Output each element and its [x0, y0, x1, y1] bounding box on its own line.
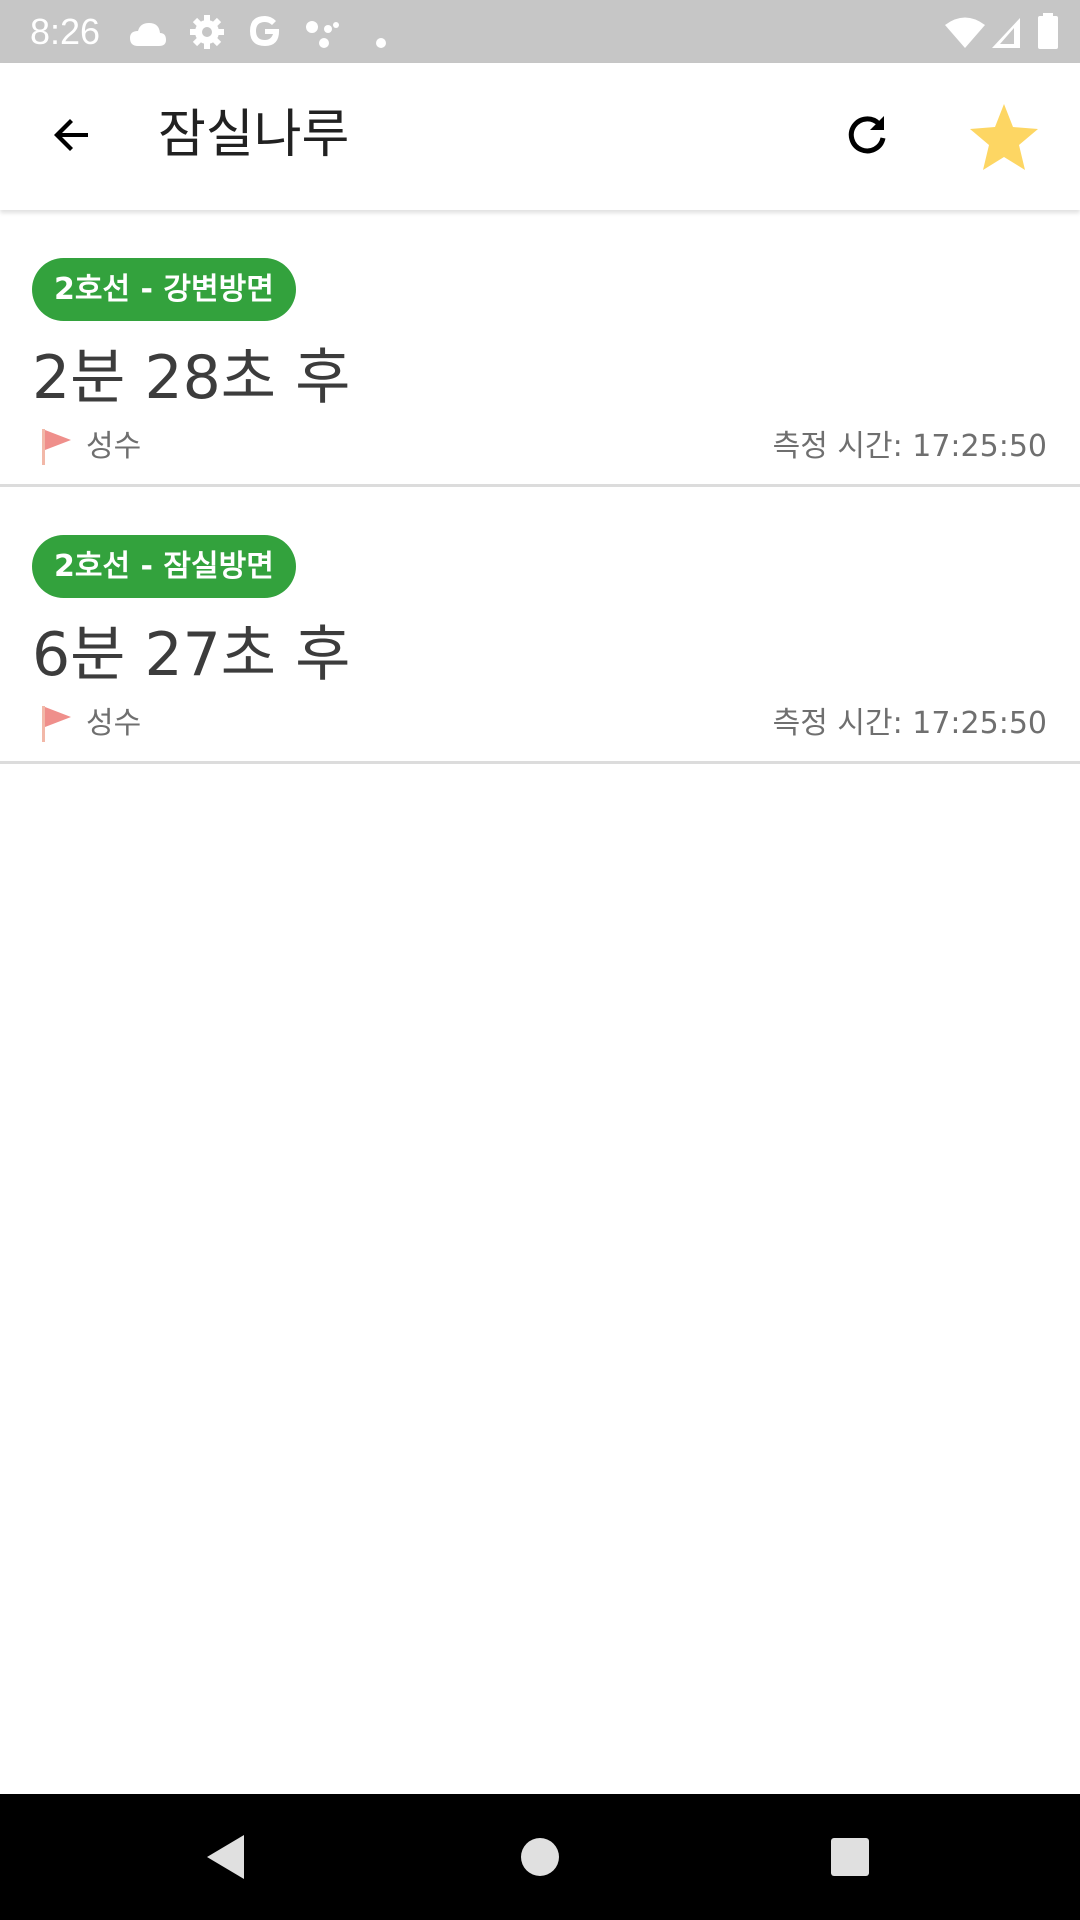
destination-label: 성수	[86, 429, 142, 464]
screen: 8:26 잠실나루 2호선 - 강변방면 2분 28초 후 성수 측정 시간: …	[0, 0, 1080, 1920]
arrival-list: 2호선 - 강변방면 2분 28초 후 성수 측정 시간: 17:25:50 2…	[0, 210, 1080, 764]
nav-home-button[interactable]	[510, 1827, 570, 1887]
destination-label: 성수	[86, 706, 142, 741]
favorite-button[interactable]	[960, 93, 1048, 181]
back-triangle-icon	[207, 1835, 244, 1879]
arrival-time: 2분 28초 후	[32, 343, 351, 413]
destination-row: 성수	[40, 425, 141, 469]
flag-icon	[42, 429, 71, 465]
measured-time: 측정 시간: 17:25:50	[772, 429, 1047, 464]
back-button[interactable]	[30, 93, 114, 177]
status-bar: 8:26	[0, 0, 1080, 63]
settings-icon	[190, 15, 224, 49]
google-icon	[250, 16, 280, 46]
cell-signal-icon	[992, 18, 1020, 48]
flag-icon	[42, 706, 71, 742]
measured-time: 측정 시간: 17:25:50	[772, 706, 1047, 741]
app-bar: 잠실나루	[0, 63, 1080, 210]
line-badge: 2호선 - 강변방면	[32, 258, 296, 321]
navigation-bar	[0, 1794, 1080, 1920]
star-shape	[970, 104, 1038, 170]
destination-row: 성수	[40, 702, 141, 746]
arrival-time: 6분 27초 후	[32, 620, 351, 690]
battery-icon	[1038, 13, 1058, 49]
cloud-icon	[130, 23, 166, 46]
notification-dot-icon	[376, 38, 386, 48]
status-time: 8:26	[30, 11, 101, 52]
page-title: 잠실나루	[158, 105, 350, 165]
assistant-dots-icon	[306, 21, 339, 48]
nav-recents-button[interactable]	[820, 1827, 880, 1887]
refresh-icon	[848, 116, 886, 154]
refresh-button[interactable]	[826, 93, 910, 177]
list-item[interactable]: 2호선 - 잠실방면 6분 27초 후 성수 측정 시간: 17:25:50	[0, 487, 1080, 764]
home-circle-icon	[521, 1838, 559, 1876]
star-icon	[970, 104, 1038, 170]
arrow-back-icon	[54, 119, 88, 151]
line-badge: 2호선 - 잠실방면	[32, 535, 296, 598]
list-item[interactable]: 2호선 - 강변방면 2분 28초 후 성수 측정 시간: 17:25:50	[0, 210, 1080, 487]
recents-square-icon	[831, 1838, 869, 1876]
wifi-icon	[945, 17, 985, 48]
nav-back-button[interactable]	[196, 1827, 256, 1887]
